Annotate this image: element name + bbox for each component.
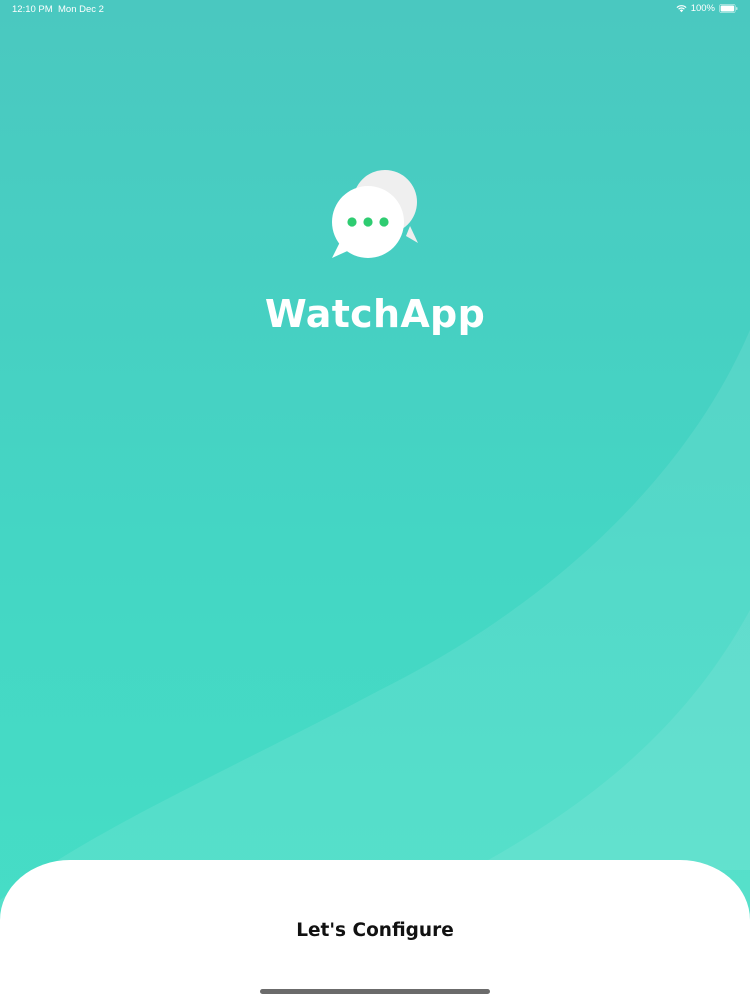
status-date: Mon Dec 2	[58, 4, 104, 15]
splash-screen: 12:10 PM Mon Dec 2 100% WatchApp Let's C…	[0, 0, 750, 1000]
app-title: WatchApp	[264, 292, 486, 336]
lets-configure-button[interactable]: Let's Configure	[275, 905, 475, 955]
status-bar: 12:10 PM Mon Dec 2 100%	[0, 0, 750, 20]
background-wave	[0, 330, 750, 1000]
status-indicators: 100%	[676, 3, 738, 14]
battery-icon	[719, 4, 738, 13]
home-indicator[interactable]	[260, 989, 490, 994]
chat-bubbles-icon	[332, 170, 418, 258]
battery-percent: 100%	[690, 3, 715, 14]
wifi-icon	[676, 5, 687, 13]
status-time: 12:10 PM	[12, 4, 53, 15]
